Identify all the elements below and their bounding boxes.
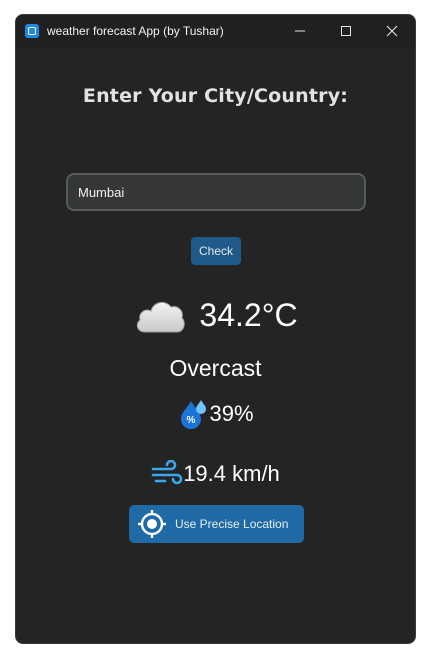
close-icon [386,25,398,37]
window-title: weather forecast App (by Tushar) [47,24,224,38]
humidity-drop-icon: % [181,400,207,429]
wind-icon [151,460,183,485]
app-icon [25,24,39,38]
humidity-row: % 39% [16,398,415,430]
check-button[interactable]: Check [191,237,241,265]
humidity-value: 39% [209,401,254,426]
weather-condition: Overcast [169,355,262,381]
minimize-icon [295,30,305,32]
page-heading: Enter Your City/Country: [82,85,349,107]
city-input[interactable] [66,173,366,211]
wind-row: 19.4 km/h [16,458,415,490]
wind-speed-value: 19.4 km/h [183,461,280,486]
title-bar[interactable]: weather forecast App (by Tushar) [16,15,415,47]
use-precise-location-label: Use Precise Location [175,517,289,531]
maximize-button[interactable] [323,15,369,47]
temperature-value: 34.2°C [199,296,298,333]
minimize-button[interactable] [277,15,323,47]
close-button[interactable] [369,15,415,47]
app-window: weather forecast App (by Tushar) Enter Y… [15,14,416,644]
window-controls [277,15,415,47]
temperature-row: 34.2°C [16,287,415,343]
use-precise-location-button[interactable]: Use Precise Location [129,505,304,543]
cloud-icon [137,301,186,333]
crosshair-icon [138,510,166,538]
maximize-icon [341,26,351,36]
svg-text:%: % [187,415,196,426]
